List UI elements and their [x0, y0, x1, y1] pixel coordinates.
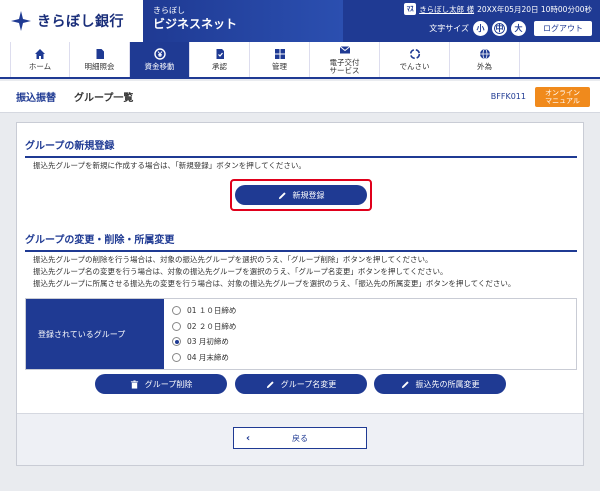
page-title-bar: 振込振替 グループ一覧 BFFK011 オンライン マニュアル — [0, 81, 600, 113]
service-brand-small: きらぼし — [153, 6, 185, 15]
radio-button[interactable] — [172, 321, 181, 331]
group-table: 登録されているグループ 01 １０日締め 02 ２０日締め 03 月初締め 04… — [25, 298, 577, 370]
pencil-icon — [266, 380, 274, 388]
delete-group-button[interactable]: グループ削除 — [95, 374, 227, 394]
pencil-icon — [278, 191, 286, 199]
app-header: きらぼし銀行 きらぼし ビジネスネット ﾏｽ きらぼし太郎 様 20XX年05月… — [0, 0, 600, 42]
edit-description-assign: 振込先グループに所属させる振込先の変更を行う場合は、対象の振込先グループを選択の… — [33, 279, 516, 288]
back-button[interactable]: ‹ 戻る — [233, 427, 367, 449]
nav-item-statements[interactable]: 明細照会 — [70, 42, 130, 77]
group-option-label: 03 月初締め — [187, 337, 229, 347]
trash-icon — [130, 379, 138, 389]
global-nav: ホーム 明細照会 資金移動 承認 管理 電子交付 サービス でんさい 外為 — [0, 42, 600, 79]
cycle-icon — [409, 48, 421, 60]
bank-name: きらぼし銀行 — [37, 14, 124, 30]
font-size-large-button[interactable]: 大 — [511, 21, 526, 36]
nav-item-e-delivery[interactable]: 電子交付 サービス — [310, 42, 380, 77]
nav-label: 資金移動 — [144, 62, 175, 71]
chevron-left-icon: ‹ — [245, 432, 251, 444]
group-option-label: 02 ２０日締め — [187, 321, 237, 331]
nav-item-fund-transfer[interactable]: 資金移動 — [130, 42, 190, 77]
home-icon — [34, 48, 46, 60]
font-size-small-button[interactable]: 小 — [473, 21, 488, 36]
new-registration-button[interactable]: 新規登録 — [235, 185, 367, 205]
header-utility: ﾏｽ きらぼし太郎 様 20XX年05月20日 10時00分00秒 文字サイズ … — [343, 0, 600, 42]
change-assignment-label: 振込先の所属変更 — [415, 379, 480, 389]
radio-button[interactable] — [172, 306, 181, 316]
nav-label: ホーム — [28, 62, 52, 71]
new-group-description: 振込先グループを新規に作成する場合は、「新規登録」ボタンを押してください。 — [33, 161, 306, 170]
user-name-link[interactable]: きらぼし太郎 様 — [419, 4, 474, 15]
nav-item-management[interactable]: 管理 — [250, 42, 310, 77]
yen-icon — [153, 48, 166, 60]
edit-group-section-title: グループの変更・削除・所属変更 — [25, 231, 577, 252]
globe-icon — [479, 48, 491, 60]
rename-group-label: グループ名変更 — [280, 379, 337, 389]
group-option[interactable]: 03 月初締め — [172, 334, 236, 350]
bank-logo[interactable]: きらぼし銀行 — [0, 0, 143, 42]
group-option[interactable]: 02 ２０日締め — [172, 319, 236, 335]
rename-group-button[interactable]: グループ名変更 — [235, 374, 367, 394]
group-radio-list: 01 １０日締め 02 ２０日締め 03 月初締め 04 月末締め — [172, 303, 236, 365]
user-badge-icon: ﾏｽ — [404, 3, 417, 15]
font-size-medium-button[interactable]: 中 — [492, 21, 507, 36]
group-option[interactable]: 04 月末締め — [172, 350, 236, 366]
page-title: グループ一覧 — [74, 93, 134, 104]
nav-item-forex[interactable]: 外為 — [450, 42, 520, 77]
edit-description-delete: 振込先グループの削除を行う場合は、対象の振込先グループを選択のうえ、「グループ削… — [33, 255, 433, 264]
nav-item-densai[interactable]: でんさい — [380, 42, 450, 77]
approval-icon — [214, 48, 226, 60]
page-category: 振込振替 — [16, 93, 56, 104]
pencil-icon — [401, 380, 409, 388]
logout-button[interactable]: ログアウト — [534, 21, 592, 36]
last-login-time: 20XX年05月20日 10時00分00秒 — [477, 4, 592, 14]
nav-label: でんさい — [399, 62, 430, 71]
nav-label: 管理 — [272, 62, 287, 71]
nav-label: 明細照会 — [84, 62, 115, 71]
group-table-header: 登録されているグループ — [26, 299, 164, 369]
back-label: 戻る — [292, 433, 308, 443]
font-size-label: 文字サイズ — [429, 24, 469, 33]
edit-description-rename: 振込先グループ名の変更を行う場合は、対象の振込先グループを選択のうえ、「グループ… — [33, 267, 448, 276]
radio-button-selected[interactable] — [172, 337, 181, 347]
online-manual-button[interactable]: オンライン マニュアル — [535, 87, 590, 107]
card-footer: ‹ 戻る — [17, 413, 583, 465]
group-option-label: 04 月末締め — [187, 352, 229, 362]
change-assignment-button[interactable]: 振込先の所属変更 — [374, 374, 506, 394]
nav-label: 承認 — [212, 62, 227, 71]
new-group-section-title: グループの新規登録 — [25, 137, 577, 158]
main-card: グループの新規登録 振込先グループを新規に作成する場合は、「新規登録」ボタンを押… — [16, 122, 584, 466]
grid-icon — [274, 48, 286, 60]
mail-icon — [339, 44, 351, 56]
user-info: ﾏｽ きらぼし太郎 様 20XX年05月20日 10時00分00秒 — [404, 3, 592, 15]
nav-label: 電子交付 サービス — [329, 58, 360, 75]
nav-item-approval[interactable]: 承認 — [190, 42, 250, 77]
new-registration-label: 新規登録 — [292, 190, 325, 200]
nav-label: 外為 — [477, 62, 492, 71]
document-icon — [94, 48, 106, 60]
font-size-switcher: 文字サイズ 小 中 大 ログアウト — [429, 21, 592, 36]
star-logo-icon — [10, 10, 32, 32]
nav-item-home[interactable]: ホーム — [10, 42, 70, 77]
group-option[interactable]: 01 １０日締め — [172, 303, 236, 319]
service-brand: きらぼし ビジネスネット — [143, 0, 343, 42]
service-brand-name: ビジネスネット — [153, 17, 238, 31]
delete-group-label: グループ削除 — [144, 379, 193, 389]
group-option-label: 01 １０日締め — [187, 306, 237, 316]
radio-button[interactable] — [172, 352, 181, 362]
screen-id: BFFK011 — [490, 92, 526, 101]
